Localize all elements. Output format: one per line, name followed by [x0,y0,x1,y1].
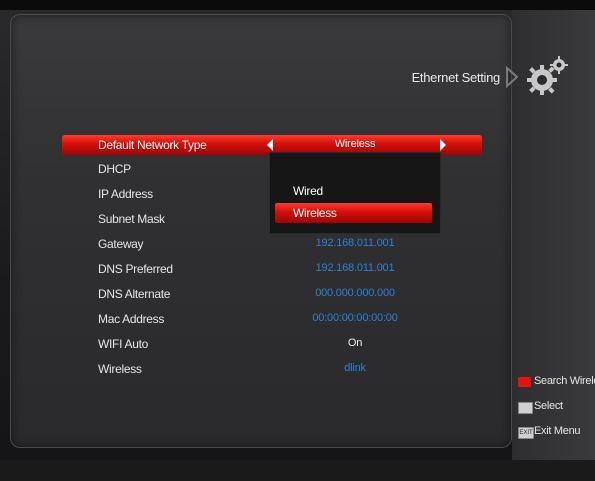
legend-label: Select [534,400,563,412]
setting-label: DNS Preferred [98,262,173,276]
legend-label: Search Wireless [534,375,595,387]
setting-row-mac-address[interactable]: Mac Address 00:00:00:00:00:00 [62,309,482,329]
setting-row-dns-alternate[interactable]: DNS Alternate 000.000.000.000 [62,284,482,304]
setting-label: DNS Alternate [98,287,171,301]
legend-exit-menu[interactable]: EXIT Exit Menu [518,425,595,441]
setting-label: Wireless [98,362,142,376]
top-bar [0,0,595,10]
setting-value: 00:00:00:00:00:00 [312,312,398,324]
setting-row-wireless[interactable]: Wireless dlink [62,359,482,379]
arrow-left-icon[interactable] [267,139,273,151]
page-title: Ethernet Setting [411,70,501,85]
setting-value: 000.000.000.000 [315,287,395,299]
setting-value: dlink [344,362,366,374]
setting-value: On [347,337,363,349]
legend-search-wireless[interactable]: Search Wireless [518,375,595,391]
red-button-icon [518,377,531,387]
exit-button-icon: EXIT [518,427,534,439]
tv-screen: Ethernet Setting Default Network Type Wi… [0,0,595,481]
setting-label: IP Address [98,187,153,201]
dropdown-option-wired[interactable]: Wired [275,181,432,201]
setting-value: 192.168.011.001 [315,262,395,274]
arrow-right-icon[interactable] [440,139,446,151]
setting-label: Default Network Type [98,138,207,152]
gear-icon [527,56,568,95]
setting-value: 192.168.011.001 [315,237,395,249]
dropdown-option-label: Wired [293,184,323,198]
legend-select[interactable]: Select [518,400,595,416]
setting-row-gateway[interactable]: Gateway 192.168.011.001 [62,234,482,254]
dropdown-option-wireless[interactable]: Wireless [275,203,432,223]
setting-row-dns-preferred[interactable]: DNS Preferred 192.168.011.001 [62,259,482,279]
select-button-icon [518,402,533,414]
setting-label: WIFI Auto [98,337,148,351]
setting-label: Gateway [98,237,144,251]
bottom-strip [0,460,595,481]
setting-label: Mac Address [98,312,165,326]
setting-label: DHCP [98,162,131,176]
setting-value: Wireless [334,138,376,150]
dropdown-option-label: Wireless [293,206,337,220]
arrow-right-icon [506,66,519,88]
setting-row-wifi-auto[interactable]: WIFI Auto On [62,334,482,354]
setting-label: Subnet Mask [98,212,165,226]
legend-label: Exit Menu [534,425,581,437]
network-type-dropdown: Wired Wireless [269,152,441,234]
